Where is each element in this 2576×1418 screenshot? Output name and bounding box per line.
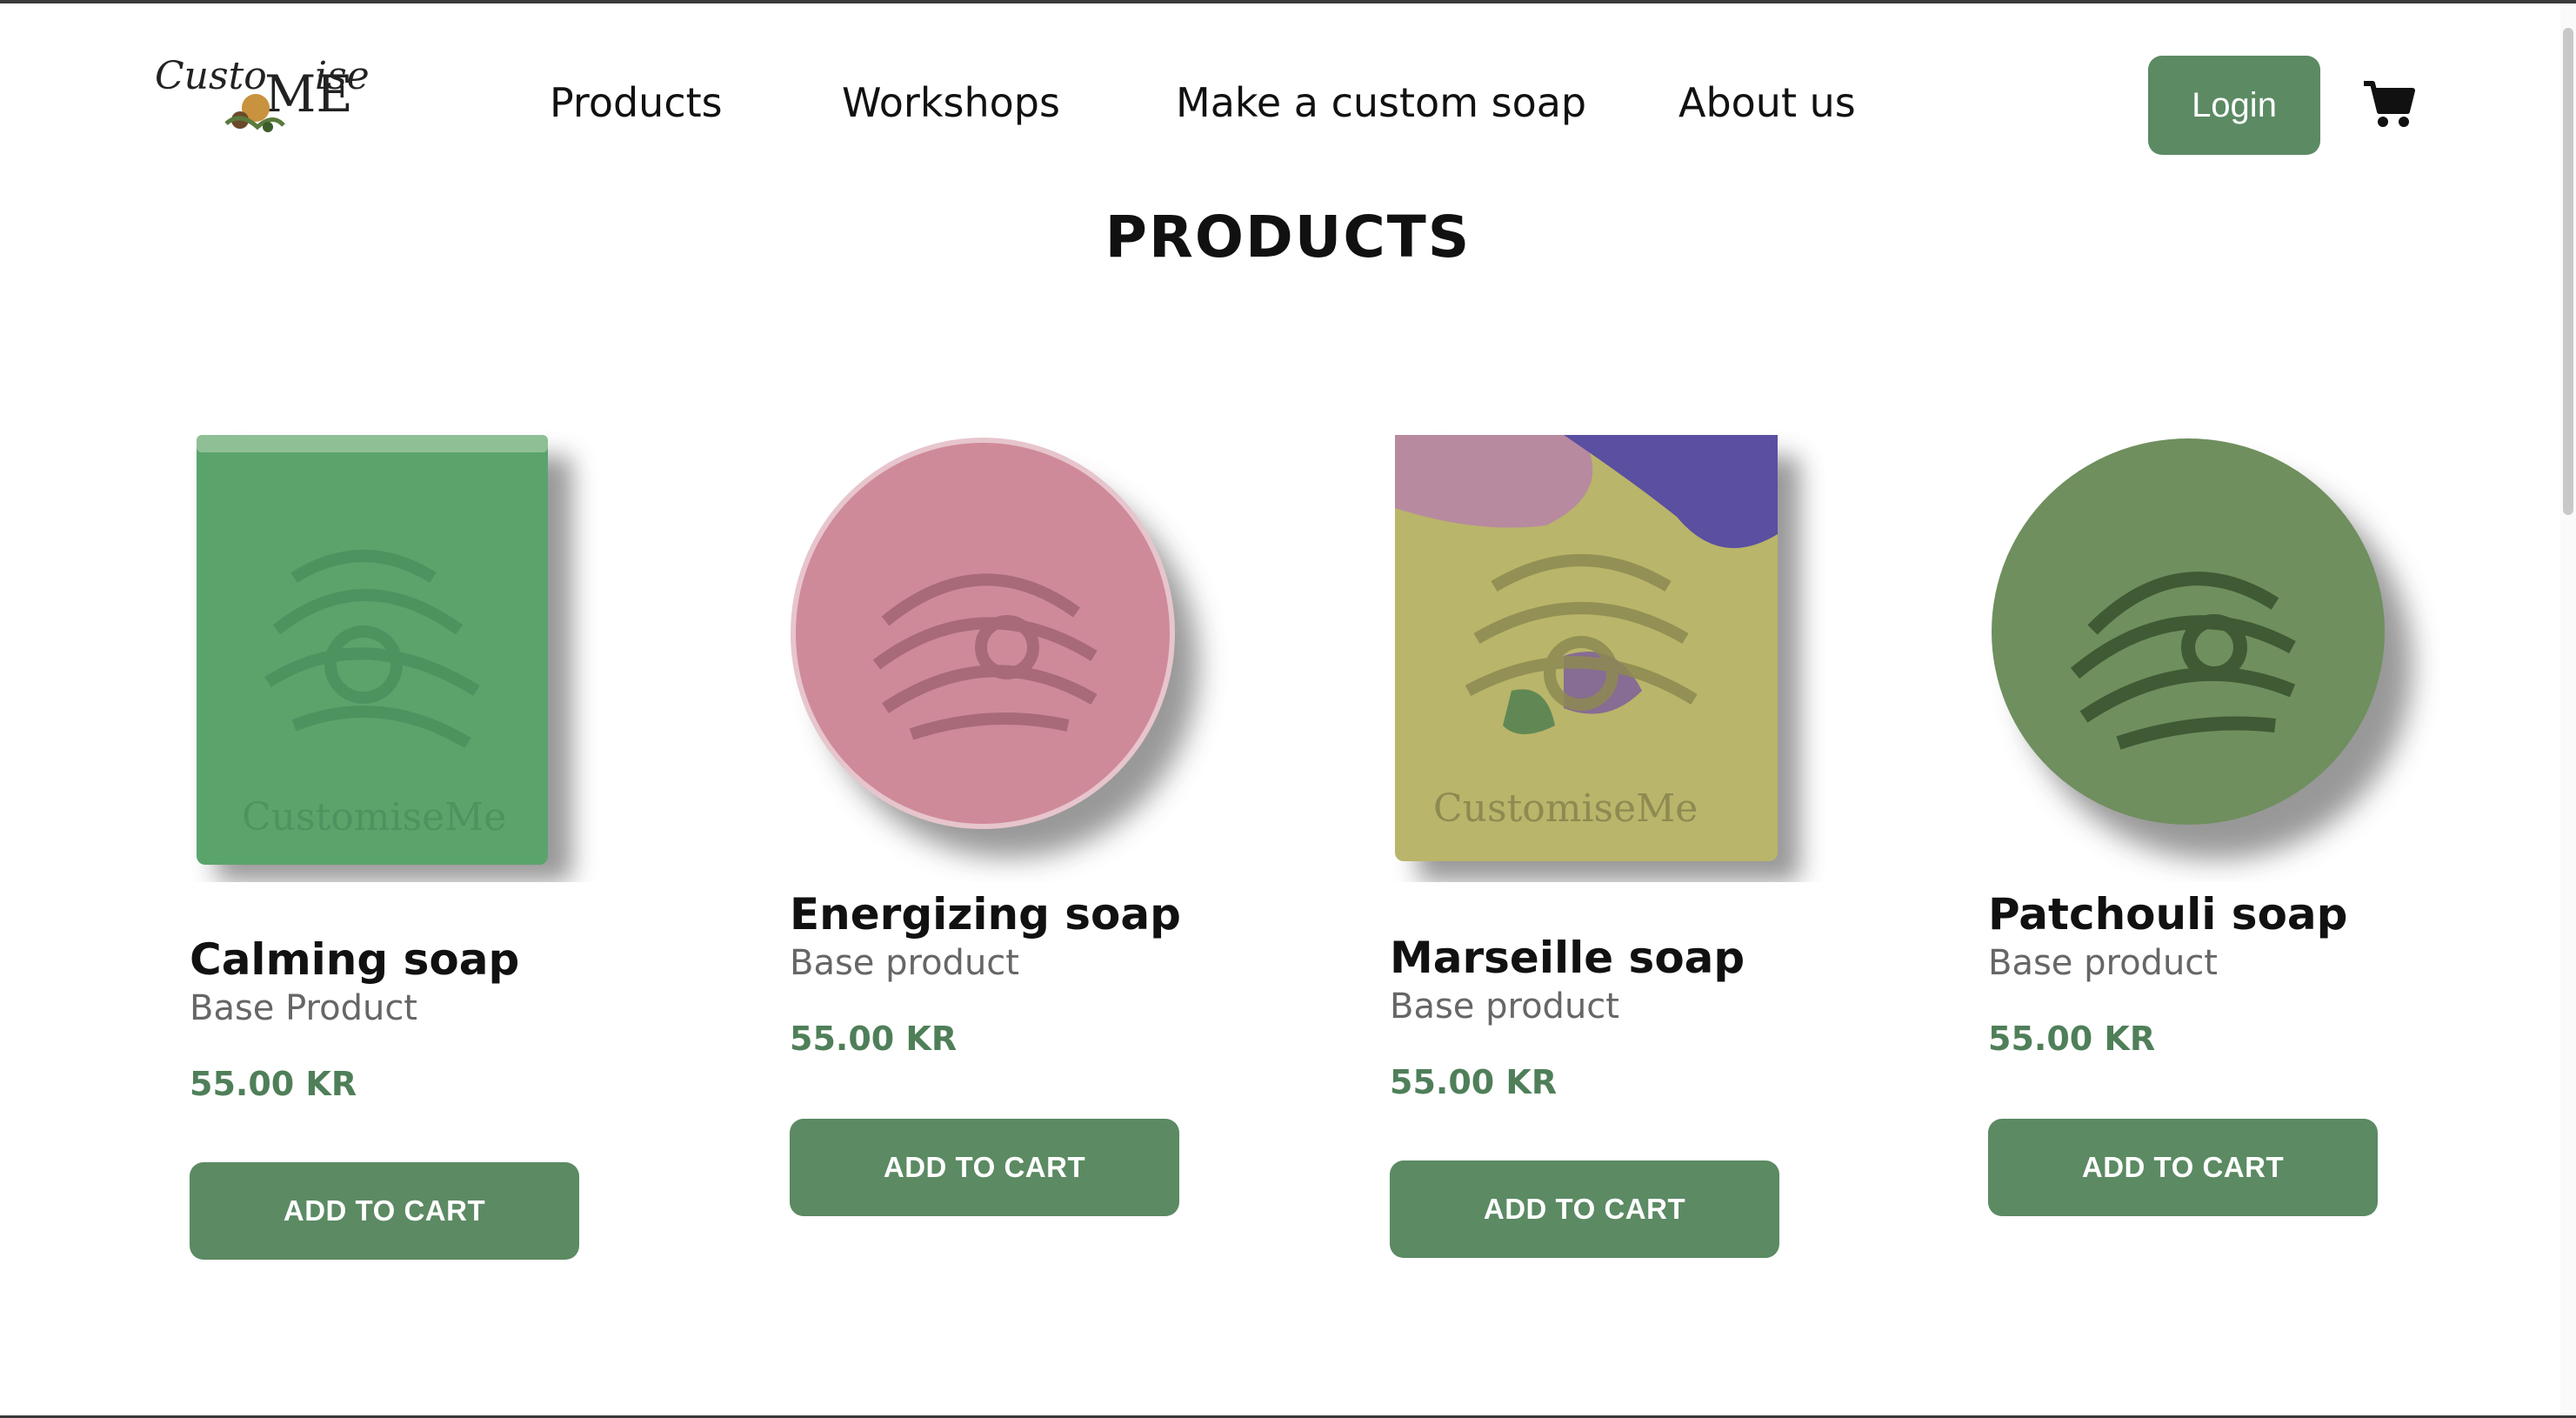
- svg-text:CustomiseMe: CustomiseMe: [1433, 786, 1698, 831]
- nav-make-custom-soap[interactable]: Make a custom soap: [1176, 78, 1586, 127]
- nav-products[interactable]: Products: [550, 78, 723, 127]
- svg-text:ise: ise: [315, 54, 370, 98]
- shopping-cart-icon[interactable]: [2362, 78, 2416, 129]
- logo-mark: Custo ME ise: [155, 54, 370, 132]
- nav-workshops[interactable]: Workshops: [842, 78, 1060, 127]
- add-to-cart-button[interactable]: ADD TO CART: [1988, 1119, 2378, 1216]
- login-button[interactable]: Login: [2148, 56, 2320, 155]
- product-name[interactable]: Calming soap: [190, 934, 519, 985]
- product-subtitle: Base product: [1988, 943, 2218, 983]
- product-price: 55.00 KR: [190, 1065, 357, 1103]
- scrollbar-thumb[interactable]: [2563, 28, 2573, 515]
- product-subtitle: Base Product: [190, 988, 417, 1028]
- product-image[interactable]: [790, 430, 1242, 882]
- product-name[interactable]: Marseille soap: [1390, 933, 1745, 983]
- product-image[interactable]: CustomiseMe: [1390, 430, 1842, 882]
- product-price: 55.00 KR: [1988, 1020, 2156, 1058]
- product-image[interactable]: CustomiseMe: [190, 430, 642, 882]
- product-price: 55.00 KR: [790, 1020, 958, 1058]
- add-to-cart-button[interactable]: ADD TO CART: [1390, 1160, 1779, 1258]
- product-subtitle: Base product: [790, 943, 1019, 983]
- product-name[interactable]: Patchouli soap: [1988, 889, 2347, 940]
- nav-about-us[interactable]: About us: [1678, 78, 1856, 127]
- add-to-cart-button[interactable]: ADD TO CART: [190, 1162, 579, 1260]
- page-title: PRODUCTS: [1104, 204, 1472, 271]
- page: Custo ME ise Products Workshops Make a c…: [0, 0, 2576, 1418]
- svg-text:Custo: Custo: [155, 54, 267, 98]
- svg-text:CustomiseMe: CustomiseMe: [242, 795, 506, 839]
- product-name[interactable]: Energizing soap: [790, 889, 1181, 940]
- add-to-cart-button[interactable]: ADD TO CART: [790, 1119, 1179, 1216]
- logo[interactable]: Custo ME ise: [153, 54, 379, 141]
- product-subtitle: Base product: [1390, 987, 1619, 1027]
- scrollbar[interactable]: [2560, 3, 2576, 1418]
- product-image[interactable]: [1988, 430, 2440, 882]
- product-price: 55.00 KR: [1390, 1063, 1558, 1101]
